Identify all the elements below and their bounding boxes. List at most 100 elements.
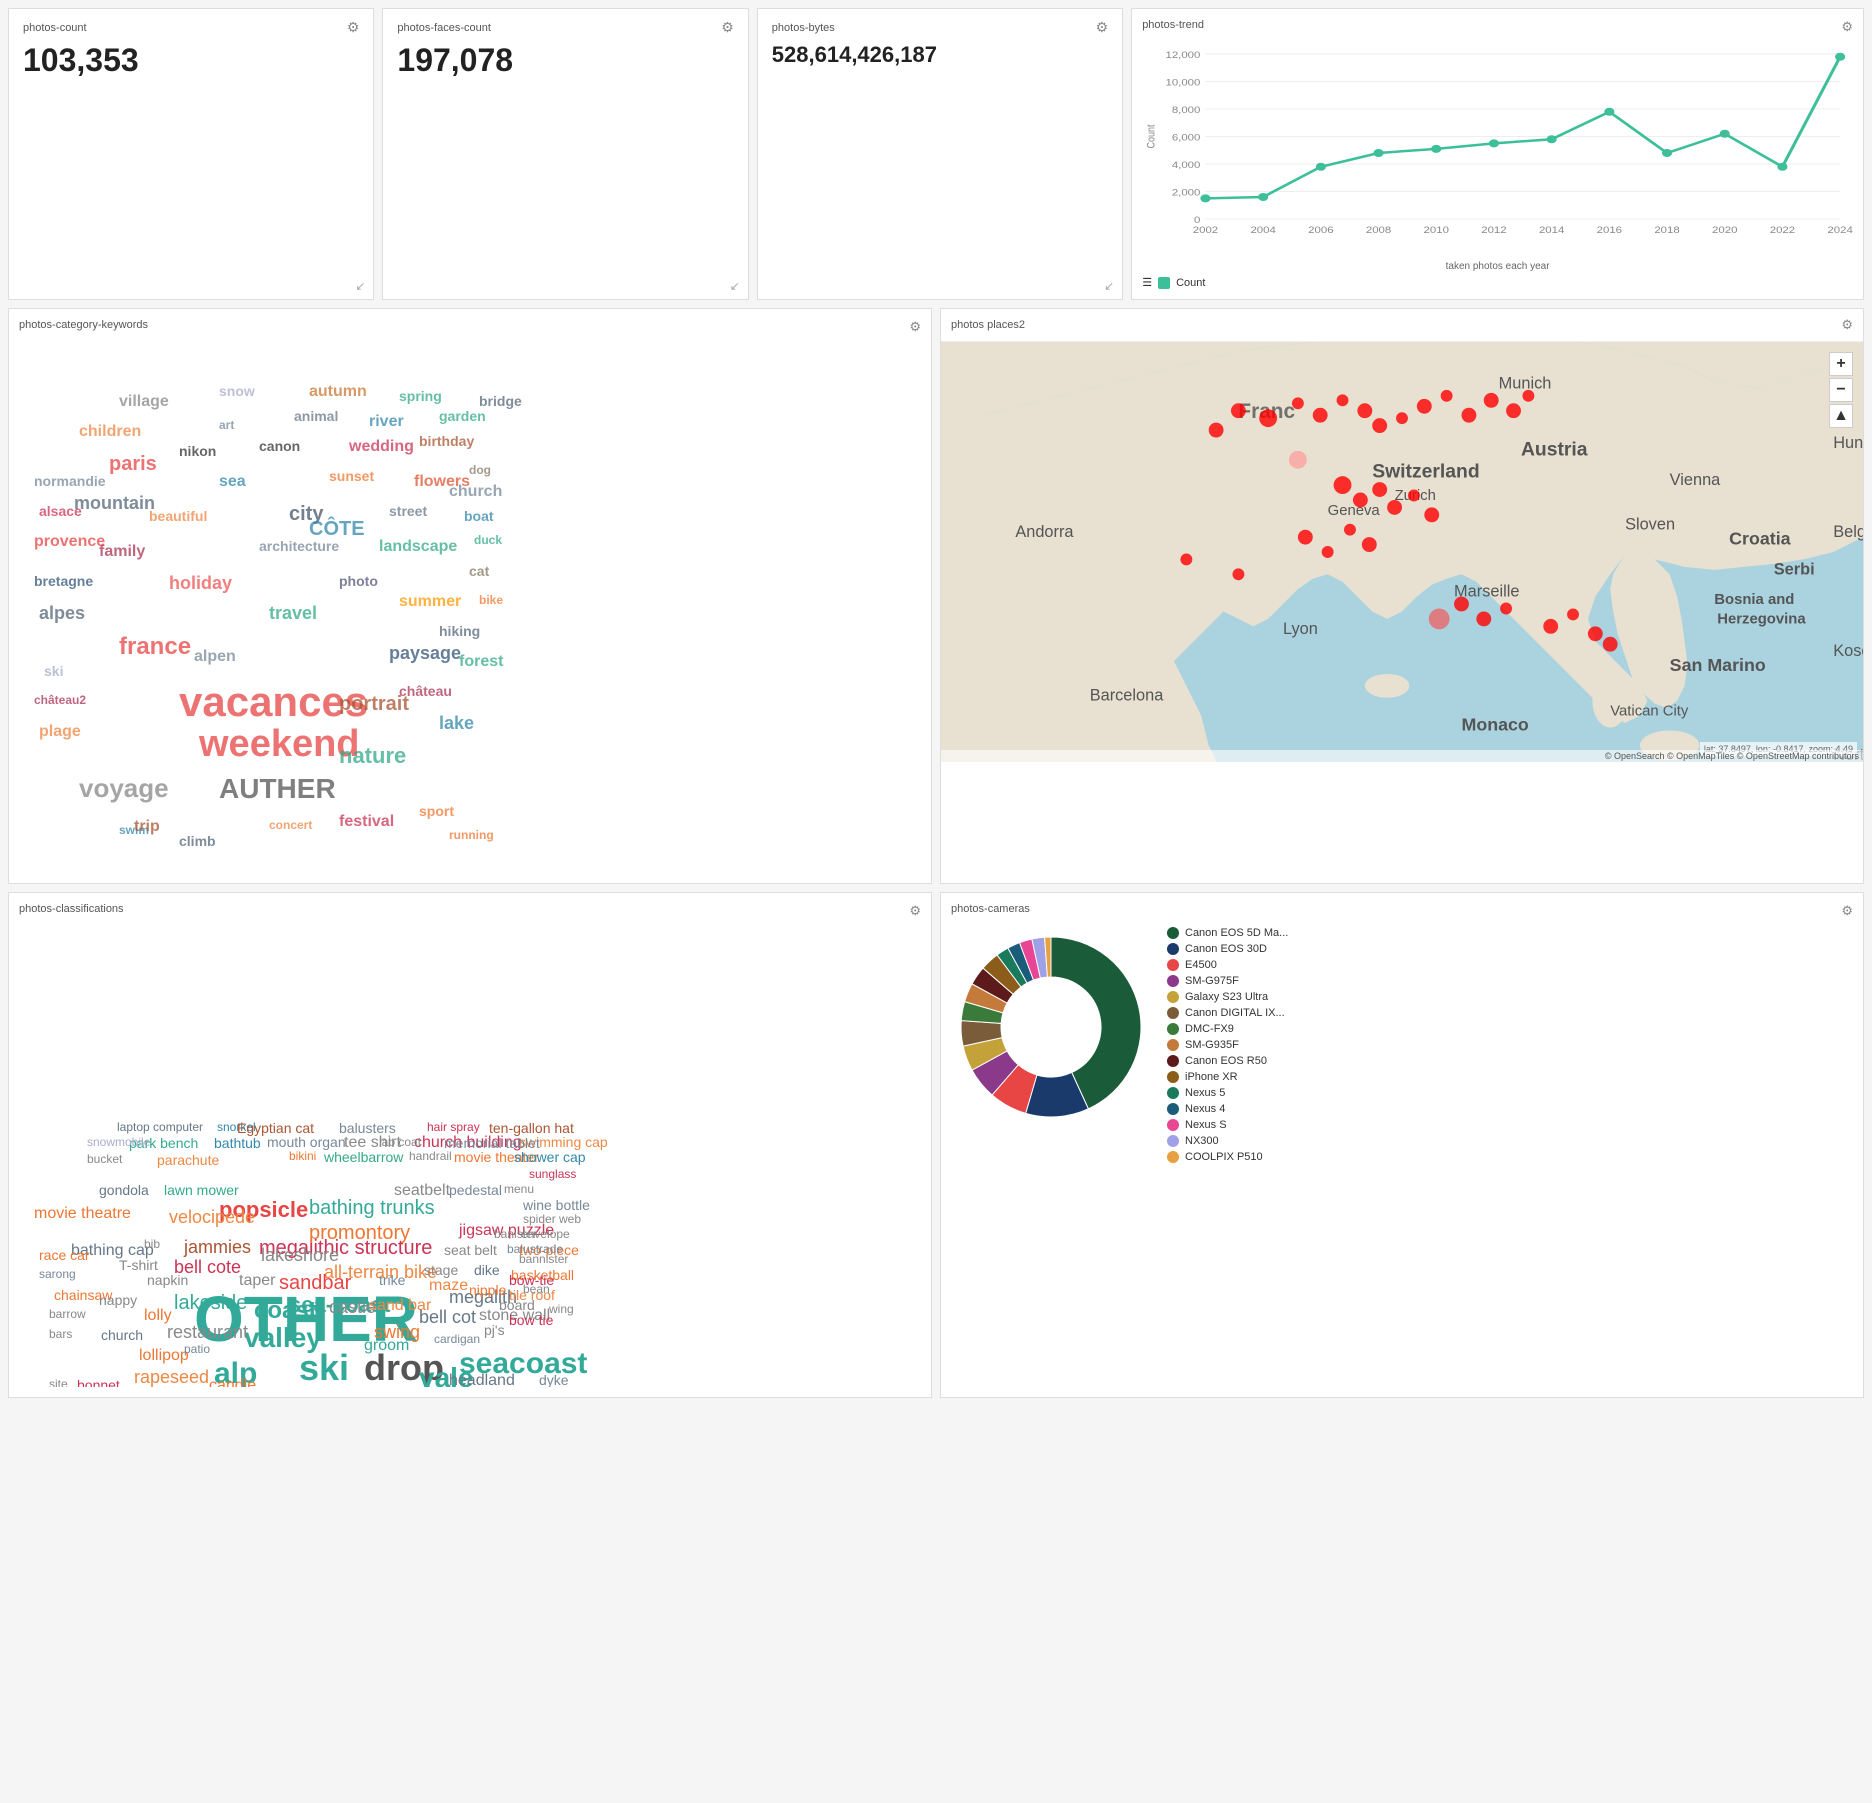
classification-word[interactable]: sandbar xyxy=(279,1272,351,1295)
classification-word[interactable]: handrail xyxy=(409,1149,452,1163)
word-item[interactable]: photo xyxy=(339,573,378,589)
word-item[interactable]: concert xyxy=(269,818,312,832)
word-item[interactable]: children xyxy=(79,423,141,441)
classification-word[interactable]: site xyxy=(49,1377,68,1387)
classification-word[interactable]: bucket xyxy=(87,1152,122,1166)
word-item[interactable]: birthday xyxy=(419,433,474,449)
classification-word[interactable]: patio xyxy=(184,1342,210,1356)
word-item[interactable]: dog xyxy=(469,463,491,477)
word-item[interactable]: animal xyxy=(294,408,338,424)
word-item[interactable]: autumn xyxy=(309,383,367,401)
classification-word[interactable]: stage xyxy=(424,1262,458,1278)
classification-word[interactable]: balusters xyxy=(339,1120,396,1136)
classification-word[interactable]: seat belt xyxy=(444,1242,497,1258)
classification-word[interactable]: balustrade xyxy=(507,1242,563,1256)
word-item[interactable]: street xyxy=(389,503,427,519)
classification-word[interactable]: bonnet xyxy=(77,1377,120,1387)
classification-word[interactable]: lakeside xyxy=(174,1292,247,1315)
classification-word[interactable]: shower cap xyxy=(514,1149,586,1165)
classification-word[interactable]: Egyptian cat xyxy=(237,1120,314,1136)
word-item[interactable]: sunset xyxy=(329,468,374,484)
classification-word[interactable]: bow tie xyxy=(509,1312,553,1328)
word-item[interactable]: cat xyxy=(469,563,489,579)
classification-word[interactable]: movie theatre xyxy=(34,1205,131,1223)
word-item[interactable]: running xyxy=(449,828,494,842)
word-item[interactable]: boat xyxy=(464,508,494,524)
classification-word[interactable]: bikini xyxy=(289,1149,316,1163)
word-item[interactable]: village xyxy=(119,393,169,411)
word-item[interactable]: mountain xyxy=(74,493,155,514)
classification-word[interactable]: wine bottle xyxy=(523,1197,590,1213)
word-item[interactable]: beautiful xyxy=(149,508,207,524)
word-item[interactable]: spring xyxy=(399,388,442,404)
classification-word[interactable]: mouth organ xyxy=(267,1134,346,1150)
classification-word[interactable]: race car xyxy=(39,1247,90,1263)
word-item[interactable]: nikon xyxy=(179,443,216,459)
classification-word[interactable]: parachute xyxy=(157,1152,219,1168)
word-item[interactable]: normandie xyxy=(34,473,106,489)
classification-word[interactable]: castle xyxy=(329,1297,376,1318)
classification-word[interactable]: dike xyxy=(474,1262,500,1278)
photos-bytes-gear[interactable]: ⚙ xyxy=(1096,19,1109,36)
classification-word[interactable]: T-shirt xyxy=(119,1257,158,1273)
word-item[interactable]: paris xyxy=(109,453,157,476)
word-item[interactable]: sport xyxy=(419,803,454,819)
word-item[interactable]: château xyxy=(399,683,452,699)
word-item[interactable]: church xyxy=(449,483,502,501)
classification-word[interactable]: jammies xyxy=(184,1237,251,1258)
word-item[interactable]: holiday xyxy=(169,573,232,594)
classification-word[interactable]: candle xyxy=(209,1377,256,1387)
map-reset[interactable]: ▲ xyxy=(1829,404,1853,428)
classification-word[interactable]: wing xyxy=(549,1302,574,1316)
classification-word[interactable]: bell cot xyxy=(419,1307,476,1328)
classification-word[interactable]: promontory xyxy=(309,1222,410,1245)
trend-gear[interactable]: ⚙ xyxy=(1841,19,1853,35)
word-item[interactable]: garden xyxy=(439,408,486,424)
word-item[interactable]: art xyxy=(219,418,234,432)
classification-word[interactable]: pj's xyxy=(484,1322,505,1338)
classification-word[interactable]: lawn mower xyxy=(164,1182,239,1198)
map-gear[interactable]: ⚙ xyxy=(1841,317,1853,333)
classifications-gear[interactable]: ⚙ xyxy=(909,903,921,919)
classification-word[interactable]: barrow xyxy=(49,1307,86,1321)
classification-word[interactable]: napkin xyxy=(147,1272,188,1288)
word-item[interactable]: climb xyxy=(179,833,216,849)
word-item[interactable]: nature xyxy=(339,743,406,769)
classification-word[interactable]: restaurant xyxy=(167,1322,248,1343)
word-item[interactable]: plage xyxy=(39,723,81,741)
word-item[interactable]: hiking xyxy=(439,623,480,639)
classification-word[interactable]: seatbelt xyxy=(394,1182,450,1200)
classification-word[interactable]: velocipede xyxy=(169,1207,255,1228)
word-item[interactable]: château2 xyxy=(34,693,86,707)
word-item[interactable]: summer xyxy=(399,593,461,611)
map-zoom-out[interactable]: − xyxy=(1829,378,1853,402)
classification-word[interactable]: coast xyxy=(254,1297,317,1325)
word-item[interactable]: duck xyxy=(474,533,502,547)
map-zoom-in[interactable]: + xyxy=(1829,352,1853,376)
classification-word[interactable]: maze xyxy=(429,1277,468,1295)
word-item[interactable]: weekend xyxy=(199,723,360,766)
classification-word[interactable]: rapeseed xyxy=(134,1367,209,1387)
cameras-gear[interactable]: ⚙ xyxy=(1841,903,1853,919)
word-item[interactable]: bretagne xyxy=(34,573,93,589)
word-item[interactable]: festival xyxy=(339,813,394,831)
classification-word[interactable]: bathing trunks xyxy=(309,1197,435,1220)
classification-word[interactable]: laptop computer xyxy=(117,1120,203,1134)
word-item[interactable]: ski xyxy=(44,663,63,679)
classification-word[interactable]: headland xyxy=(449,1372,515,1387)
word-item[interactable]: provence xyxy=(34,533,105,551)
word-item[interactable]: france xyxy=(119,633,191,661)
word-item[interactable]: snow xyxy=(219,383,255,399)
classification-word[interactable]: nappy xyxy=(99,1292,137,1308)
classification-word[interactable]: snowmobile xyxy=(87,1135,150,1149)
word-item[interactable]: river xyxy=(369,413,404,431)
word-item[interactable]: canon xyxy=(259,438,300,454)
classification-word[interactable]: bathtub xyxy=(214,1135,261,1151)
map-container[interactable]: Franc Andorra Switzerland Geneva Zurich … xyxy=(941,342,1863,762)
word-item[interactable]: travel xyxy=(269,603,317,624)
classification-word[interactable]: gondola xyxy=(99,1182,149,1198)
photos-count-gear[interactable]: ⚙ xyxy=(347,19,360,36)
word-item[interactable]: alpes xyxy=(39,603,85,624)
classification-word[interactable]: sunglass xyxy=(529,1167,576,1181)
classification-word[interactable]: menu xyxy=(504,1182,534,1196)
